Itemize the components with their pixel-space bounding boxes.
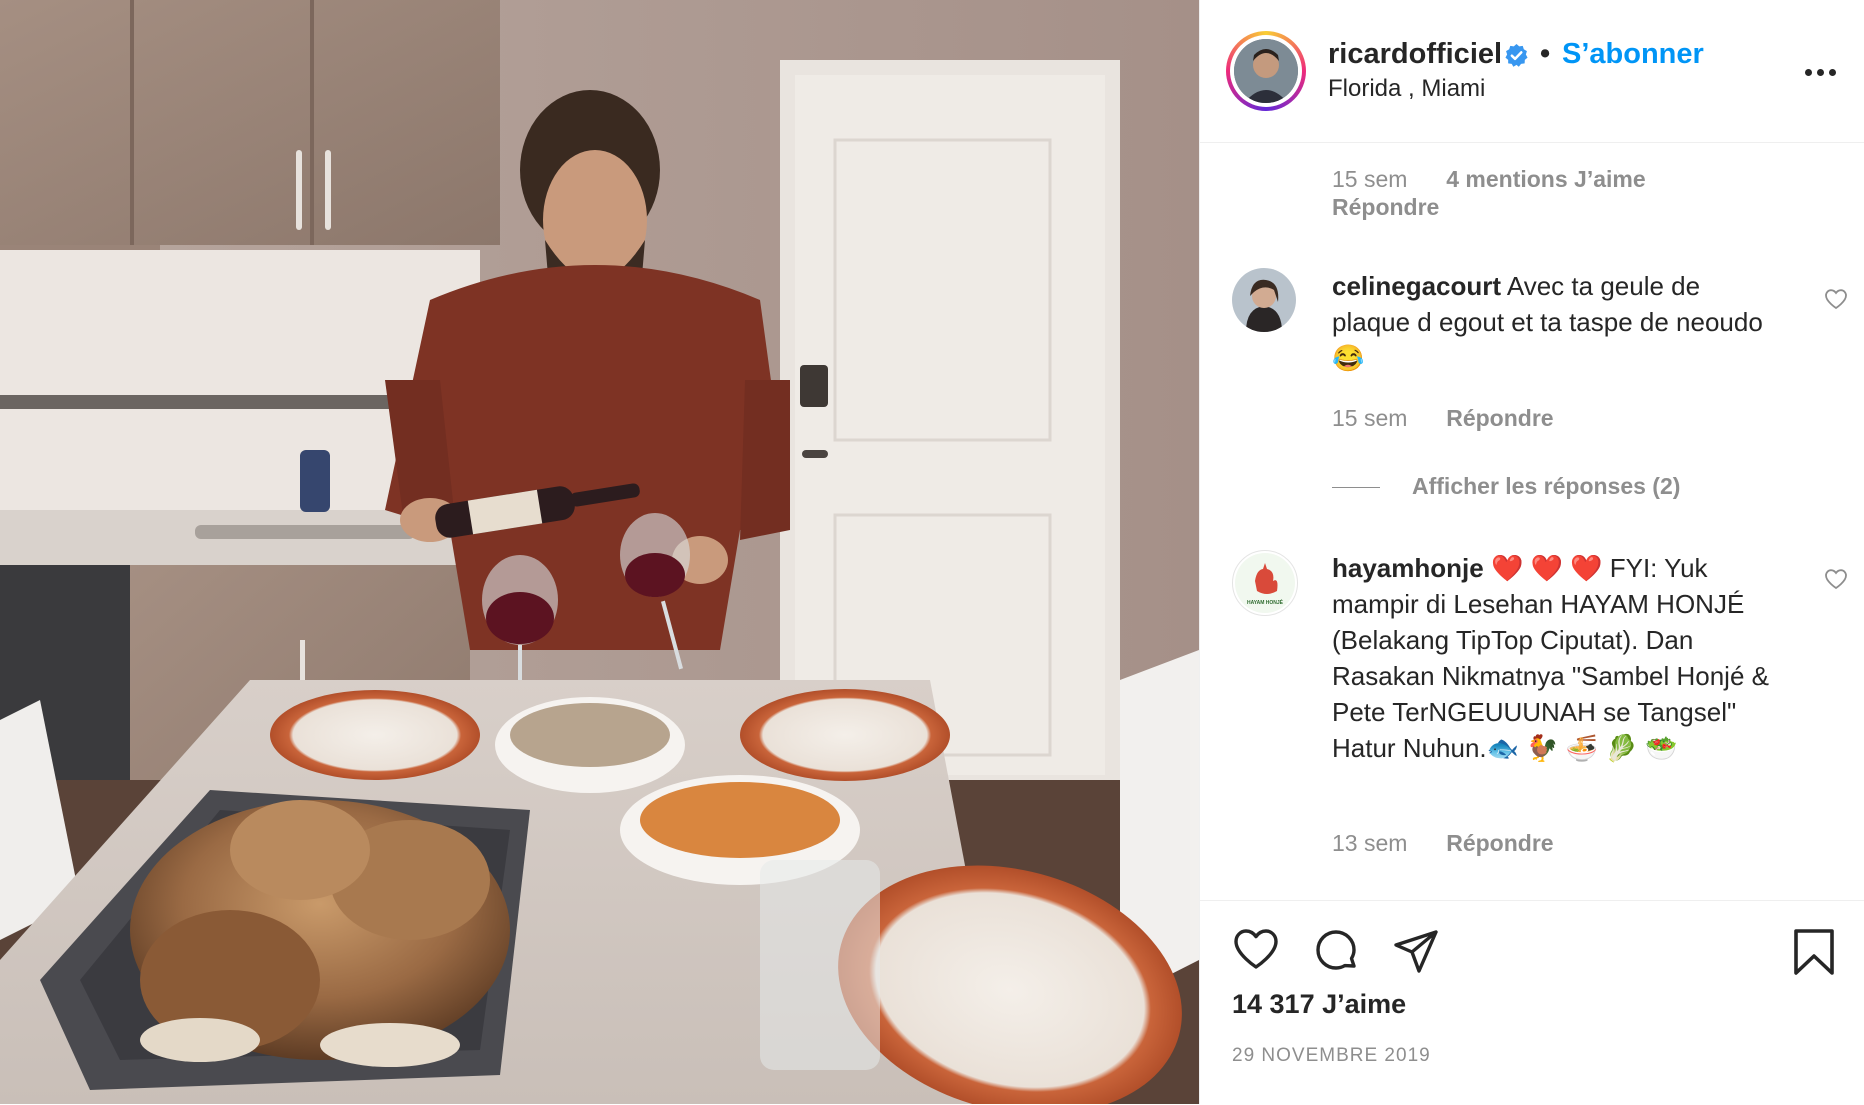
commenter-avatar[interactable] (1232, 268, 1296, 332)
comment-meta: 15 sem Répondre (1332, 405, 1554, 432)
comment-icon[interactable] (1312, 927, 1360, 975)
comment-time[interactable]: 13 sem (1332, 830, 1407, 856)
comment-meta: 15 sem 4 mentions J’aime (1332, 166, 1646, 193)
bookmark-icon[interactable] (1792, 927, 1836, 977)
comment-username[interactable]: hayamhonje (1332, 553, 1484, 583)
author-avatar (1234, 39, 1298, 103)
comment-text: ❤️ ❤️ ❤️ FYI: Yuk mampir di Lesehan HAYA… (1332, 553, 1769, 763)
follow-button[interactable]: S’abonner (1562, 38, 1704, 71)
comment-body: celinegacourt Avec ta geule de plaque d … (1332, 268, 1772, 376)
comment-reply-row: Répondre (1332, 194, 1439, 221)
post-header: ricardofficiel • S’abonner Florida , Mia… (1200, 0, 1864, 143)
post-date[interactable]: 29 NOVEMBRE 2019 (1232, 1045, 1431, 1067)
verified-badge-icon (1505, 44, 1528, 67)
view-replies-button[interactable]: Afficher les réponses (2) (1412, 473, 1680, 499)
post-photo[interactable] (0, 0, 1199, 1104)
commenter-avatar-caption: HAYAM HONJÉ (1246, 600, 1284, 606)
author-avatar-ring[interactable] (1226, 31, 1306, 111)
view-replies-row: Afficher les réponses (2) (1412, 473, 1680, 500)
post-actions: 14 317 J’aime 29 NOVEMBRE 2019 (1200, 900, 1864, 1105)
comment-like-heart-icon[interactable] (1824, 288, 1848, 310)
comment-likes-link[interactable]: 4 mentions J’aime (1446, 166, 1645, 192)
paper-plane-icon[interactable] (1392, 927, 1440, 975)
reply-button[interactable]: Répondre (1446, 830, 1553, 856)
post-location[interactable]: Florida , Miami (1328, 75, 1485, 103)
comment-like-heart-icon[interactable] (1824, 568, 1848, 590)
comment-time[interactable]: 15 sem (1332, 166, 1407, 192)
comment-username[interactable]: celinegacourt (1332, 271, 1501, 301)
replies-divider (1332, 487, 1380, 488)
heart-icon[interactable] (1232, 927, 1280, 971)
more-options-icon[interactable] (1805, 60, 1845, 84)
comment-meta: 13 sem Répondre (1332, 830, 1554, 857)
reply-button[interactable]: Répondre (1446, 405, 1553, 431)
header-separator: • (1540, 38, 1551, 70)
post-side-panel: ricardofficiel • S’abonner Florida , Mia… (1200, 0, 1864, 1104)
comment-body: hayamhonje ❤️ ❤️ ❤️ FYI: Yuk mampir di L… (1332, 550, 1772, 766)
author-username[interactable]: ricardofficiel (1328, 38, 1502, 71)
comment-time[interactable]: 15 sem (1332, 405, 1407, 431)
reply-button[interactable]: Répondre (1332, 194, 1439, 220)
instagram-post: ricardofficiel • S’abonner Florida , Mia… (0, 0, 1864, 1104)
commenter-avatar[interactable] (1232, 550, 1298, 616)
likes-count[interactable]: 14 317 J’aime (1232, 989, 1406, 1020)
